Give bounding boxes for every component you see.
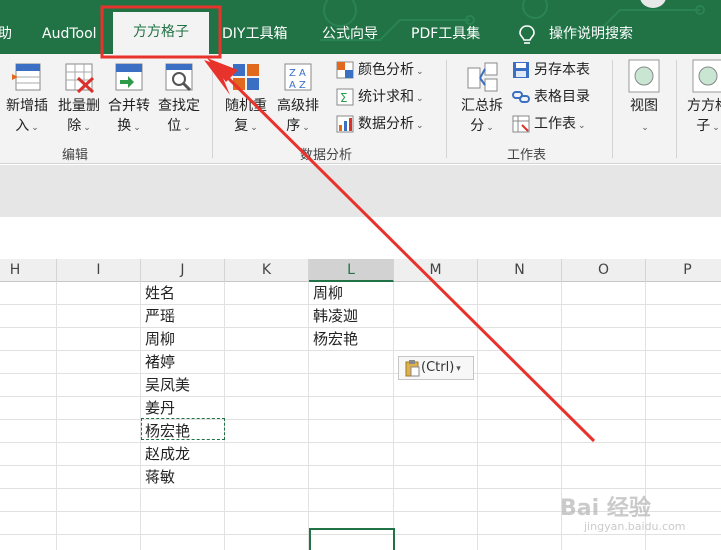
group-separator bbox=[212, 60, 213, 158]
cell-j[interactable]: 吴凤美 bbox=[141, 374, 190, 397]
column-header-h[interactable]: H bbox=[0, 259, 57, 282]
clipboard-icon bbox=[405, 359, 420, 376]
insert-button[interactable]: 新增插 入 ⌄ bbox=[2, 60, 52, 138]
find-locate-icon bbox=[165, 63, 193, 92]
chevron-down-icon: ⌄ bbox=[486, 123, 494, 133]
paste-options-button[interactable]: (Ctrl) ▾ bbox=[398, 356, 474, 380]
color-grid-icon bbox=[336, 61, 354, 79]
chevron-down-icon: ⌄ bbox=[641, 123, 649, 133]
chevron-down-icon: ⌄ bbox=[416, 67, 424, 77]
cell-j[interactable]: 严瑶 bbox=[141, 305, 175, 328]
group-separator bbox=[612, 60, 613, 158]
column-header-l[interactable]: L bbox=[309, 259, 394, 282]
summary-split-icon bbox=[467, 62, 498, 92]
baidu-watermark: Bai 经验 bbox=[560, 496, 651, 521]
stat-sum-button[interactable]: Σ 统计求和 ⌄ bbox=[336, 85, 424, 109]
active-cell-cursor[interactable] bbox=[309, 528, 395, 550]
ribbon-tab-bar: ▔▔▔ 助 AudTool 方方格子 DIY工具箱 公式向导 PDF工具集 操作… bbox=[0, 0, 721, 54]
column-header-m[interactable]: M bbox=[394, 259, 478, 282]
chevron-down-icon: ▾ bbox=[456, 364, 461, 374]
advanced-sort-button[interactable]: Z A A Z 高级排 序 ⌄ bbox=[272, 60, 324, 138]
formula-bar-area[interactable] bbox=[0, 165, 721, 217]
cell-j-header[interactable]: 姓名 bbox=[141, 282, 175, 305]
chevron-down-icon: ⌄ bbox=[578, 121, 586, 131]
chevron-down-icon: ⌄ bbox=[133, 123, 141, 133]
color-analysis-button[interactable]: 颜色分析 ⌄ bbox=[336, 58, 424, 82]
tab-formula-wizard[interactable]: 公式向导 bbox=[322, 22, 378, 46]
tab-pdf-tools[interactable]: PDF工具集 bbox=[411, 22, 480, 46]
chevron-down-icon: ⌄ bbox=[250, 123, 258, 133]
ribbon-panel: 新增插 入 ⌄ 批量删 除 ⌄ 合并转 换 ⌄ 查找定 位 ⌄ 编辑 随机重 复… bbox=[0, 54, 721, 164]
window-title-stub: ▔▔▔ bbox=[150, 0, 178, 8]
table-directory-button[interactable]: 表格目录 bbox=[512, 85, 590, 109]
svg-text:Z: Z bbox=[299, 80, 306, 91]
batch-delete-icon bbox=[65, 63, 95, 94]
chevron-down-icon: ⌄ bbox=[416, 121, 424, 131]
merge-convert-icon bbox=[115, 63, 143, 91]
random-repeat-icon bbox=[233, 64, 259, 90]
view-button[interactable]: 视图 ⌄ bbox=[620, 58, 668, 138]
tab-diy-toolbox[interactable]: DIY工具箱 bbox=[222, 22, 287, 46]
cell-l[interactable]: 杨宏艳 bbox=[309, 328, 358, 351]
cell-j[interactable]: 周柳 bbox=[141, 328, 175, 351]
save-sheet-as-button[interactable]: 另存本表 bbox=[512, 58, 590, 82]
cell-l[interactable]: 韩凌迦 bbox=[309, 305, 358, 328]
chevron-down-icon: ⌄ bbox=[416, 94, 424, 104]
column-header-row: H I J K L M N O P bbox=[0, 259, 721, 282]
cell-l[interactable]: 周柳 bbox=[309, 282, 343, 305]
svg-text:Σ: Σ bbox=[340, 91, 348, 105]
tell-me-search[interactable]: 操作说明搜索 bbox=[549, 22, 633, 46]
tab-help[interactable]: 助 bbox=[0, 22, 12, 46]
sum-icon: Σ bbox=[336, 88, 354, 106]
chevron-down-icon: ⌄ bbox=[83, 123, 91, 133]
group-label-worksheet: 工作表 bbox=[507, 148, 547, 163]
batch-delete-button[interactable]: 批量删 除 ⌄ bbox=[54, 60, 104, 138]
baidu-watermark-url: jingyan.baidu.com bbox=[584, 520, 686, 533]
worksheet-icon bbox=[512, 115, 530, 133]
save-disk-icon bbox=[513, 62, 529, 78]
sheet-spacer bbox=[0, 217, 721, 259]
cell-j[interactable]: 褚婷 bbox=[141, 351, 175, 374]
group-label-data-analysis: 数据分析 bbox=[300, 148, 353, 163]
group-separator bbox=[446, 60, 447, 158]
sort-az-icon: Z A A Z bbox=[284, 63, 312, 91]
view-circle-icon bbox=[628, 59, 660, 93]
data-analysis-button[interactable]: 数据分析 ⌄ bbox=[336, 112, 424, 136]
fangfanggezi-circle-icon bbox=[692, 59, 721, 93]
worksheet-button[interactable]: 工作表 ⌄ bbox=[512, 112, 586, 136]
copy-marquee bbox=[141, 418, 225, 440]
group-separator bbox=[676, 60, 677, 158]
column-header-o[interactable]: O bbox=[562, 259, 646, 282]
random-repeat-button[interactable]: 随机重 复 ⌄ bbox=[220, 60, 272, 138]
column-header-i[interactable]: I bbox=[57, 259, 141, 282]
cell-j[interactable]: 蒋敏 bbox=[141, 466, 175, 489]
fangfanggezi-button[interactable]: 方方格 子⌄ bbox=[684, 58, 721, 138]
svg-text:Z: Z bbox=[289, 68, 296, 79]
tab-audtool[interactable]: AudTool bbox=[42, 22, 97, 46]
cell-j[interactable]: 姜丹 bbox=[141, 397, 175, 420]
cell-j[interactable]: 赵成龙 bbox=[141, 443, 190, 466]
chevron-down-icon: ⌄ bbox=[302, 123, 310, 133]
column-header-n[interactable]: N bbox=[478, 259, 562, 282]
data-analysis-icon bbox=[336, 115, 354, 133]
summary-split-button[interactable]: 汇总拆 分 ⌄ bbox=[456, 60, 508, 138]
insert-rows-icon bbox=[12, 63, 41, 91]
column-header-j[interactable]: J bbox=[141, 259, 225, 282]
merge-convert-button[interactable]: 合并转 换 ⌄ bbox=[104, 60, 154, 138]
tab-fangfanggezi[interactable]: 方方格子 bbox=[113, 12, 209, 54]
svg-text:A: A bbox=[299, 68, 306, 79]
svg-text:A: A bbox=[289, 80, 296, 91]
chevron-down-icon: ⌄ bbox=[183, 123, 191, 133]
column-header-k[interactable]: K bbox=[225, 259, 309, 282]
chevron-down-icon: ⌄ bbox=[712, 123, 720, 133]
lightbulb-icon bbox=[519, 25, 535, 44]
link-chain-icon bbox=[512, 91, 530, 103]
column-header-p[interactable]: P bbox=[646, 259, 721, 282]
chevron-down-icon: ⌄ bbox=[31, 123, 39, 133]
find-locate-button[interactable]: 查找定 位 ⌄ bbox=[154, 60, 204, 138]
group-label-edit: 编辑 bbox=[62, 148, 89, 163]
